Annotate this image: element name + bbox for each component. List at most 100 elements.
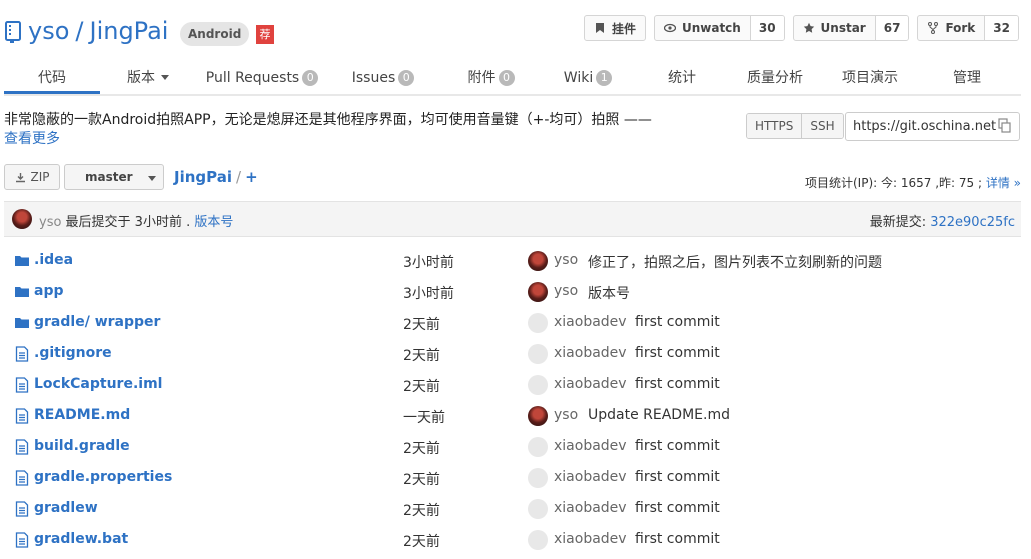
count-pill: 0 <box>498 70 515 86</box>
file-name-link[interactable]: wrapper <box>95 314 161 330</box>
unwatch-button[interactable]: Unwatch 30 <box>653 15 785 41</box>
avatar[interactable] <box>528 499 548 519</box>
file-name-link[interactable]: .gitignore <box>34 345 112 361</box>
copy-icon[interactable] <box>995 117 1013 135</box>
file-author[interactable]: yso <box>554 283 578 299</box>
avatar[interactable] <box>528 406 548 426</box>
star-count[interactable]: 67 <box>874 16 909 40</box>
avatar[interactable] <box>528 375 548 395</box>
file-author[interactable]: xiaobadev <box>554 500 627 516</box>
avatar[interactable] <box>12 209 32 229</box>
file-author[interactable]: xiaobadev <box>554 376 627 392</box>
watch-count[interactable]: 30 <box>749 16 784 40</box>
file-row[interactable]: .idea 3小时前 yso 修正了，拍照之后，图片列表不立刻刷新的问题 <box>4 246 1021 277</box>
fork-button-label: Fork <box>945 21 976 35</box>
file-row[interactable]: LockCapture.iml 2天前 xiaobadev first commit <box>4 370 1021 401</box>
tab-versions[interactable]: 版本 <box>100 63 196 94</box>
clone-protocols: HTTPS SSH <box>746 113 844 139</box>
file-name-link[interactable]: app <box>34 283 64 299</box>
avatar[interactable] <box>528 282 548 302</box>
commit-message-link[interactable]: first commit <box>635 531 720 547</box>
file-name-link[interactable]: gradlew <box>34 500 98 516</box>
version-link[interactable]: 版本号 <box>194 215 233 230</box>
zip-label: ZIP <box>30 170 50 184</box>
tab-quality[interactable]: 质量分析 <box>732 63 818 94</box>
stats-details-link[interactable]: 详情 » <box>986 176 1021 190</box>
avatar[interactable] <box>528 313 548 333</box>
commit-message-link[interactable]: first commit <box>635 500 720 516</box>
commit-hash-link[interactable]: 322e90c25fc <box>930 215 1015 230</box>
commit-message-link[interactable]: first commit <box>635 438 720 454</box>
tab-issues[interactable]: Issues 0 <box>328 63 438 94</box>
file-name-link[interactable]: LockCapture.iml <box>34 376 162 392</box>
commit-message-link[interactable]: first commit <box>635 345 720 361</box>
commit-message-link[interactable]: Update README.md <box>588 407 730 423</box>
commit-message-link[interactable]: 修正了，拍照之后，图片列表不立刻刷新的问题 <box>588 252 882 272</box>
file-name-link[interactable]: .idea <box>34 252 73 268</box>
zip-download-button[interactable]: ZIP <box>4 164 60 190</box>
file-name-link[interactable]: build.gradle <box>34 438 130 454</box>
latest-commit-label: 最新提交: <box>869 215 931 230</box>
file-row[interactable]: .gitignore 2天前 xiaobadev first commit <box>4 339 1021 370</box>
file-author[interactable]: xiaobadev <box>554 438 627 454</box>
tab-code[interactable]: 代码 <box>4 63 100 94</box>
tab-pull-requests[interactable]: Pull Requests 0 <box>196 63 328 94</box>
file-author[interactable]: xiaobadev <box>554 314 627 330</box>
file-name-link[interactable]: gradlew.bat <box>34 531 128 547</box>
file-author[interactable]: xiaobadev <box>554 531 627 547</box>
language-badge[interactable]: Android <box>180 22 250 46</box>
unstar-button[interactable]: Unstar 67 <box>792 15 910 41</box>
file-author[interactable]: xiaobadev <box>554 345 627 361</box>
file-time: 2天前 <box>403 472 440 488</box>
tab-label: 管理 <box>953 70 981 86</box>
https-button[interactable]: HTTPS <box>747 114 802 138</box>
commit-message-link[interactable]: first commit <box>635 376 720 392</box>
avatar[interactable] <box>528 530 548 550</box>
tab-wiki[interactable]: Wiki 1 <box>544 63 632 94</box>
tab-label: Wiki <box>563 70 594 86</box>
avatar[interactable] <box>528 344 548 364</box>
file-row[interactable]: gradlew 2天前 xiaobadev first commit <box>4 494 1021 525</box>
fork-count[interactable]: 32 <box>984 16 1018 40</box>
fork-button[interactable]: Fork 32 <box>917 15 1019 41</box>
file-row[interactable]: gradle.properties 2天前 xiaobadev first commi… <box>4 463 1021 494</box>
tab-admin[interactable]: 管理 <box>922 63 1012 94</box>
file-author[interactable]: yso <box>554 407 578 423</box>
repo-name-link[interactable]: JingPai <box>89 17 168 45</box>
file-time: 一天前 <box>403 410 445 426</box>
file-author[interactable]: yso <box>554 252 578 268</box>
see-more-link[interactable]: 查看更多 <box>4 131 60 147</box>
avatar[interactable] <box>528 437 548 457</box>
repo-owner-link[interactable]: yso <box>28 17 69 45</box>
breadcrumb: JingPai / + <box>174 168 258 186</box>
file-row[interactable]: build.gradle 2天前 xiaobadev first commit <box>4 432 1021 463</box>
commit-message-link[interactable]: first commit <box>635 469 720 485</box>
latest-commit: 最新提交: 322e90c25fc <box>870 211 1015 230</box>
avatar[interactable] <box>528 251 548 271</box>
add-file-button[interactable]: + <box>245 168 258 186</box>
file-row[interactable]: app 3小时前 yso 版本号 <box>4 277 1021 308</box>
commit-author[interactable]: yso <box>39 215 61 230</box>
widget-button[interactable]: 挂件 <box>583 15 646 41</box>
file-row[interactable]: gradlew.bat 2天前 xiaobadev first commit <box>4 525 1021 556</box>
clone-url-input[interactable]: https://git.oschina.net <box>845 112 1020 141</box>
last-commit-bar: yso 最后提交于 3小时前 . 版本号 最新提交: 322e90c25fc <box>4 201 1021 237</box>
tab-attachments[interactable]: 附件 0 <box>438 63 544 94</box>
file-author[interactable]: xiaobadev <box>554 469 627 485</box>
file-row[interactable]: gradle/ wrapper 2天前 xiaobadev first commit <box>4 308 1021 339</box>
branch-select[interactable]: master <box>64 164 164 190</box>
file-name-prefix[interactable]: gradle/ <box>34 314 95 330</box>
commit-message-link[interactable]: first commit <box>635 314 720 330</box>
tab-stats[interactable]: 统计 <box>632 63 732 94</box>
file-icon <box>15 501 29 517</box>
file-row[interactable]: README.md 一天前 yso Update README.md <box>4 401 1021 432</box>
file-list: .idea 3小时前 yso 修正了，拍照之后，图片列表不立刻刷新的问题 app 3小时前… <box>4 246 1021 556</box>
tab-demo[interactable]: 项目演示 <box>818 63 922 94</box>
avatar[interactable] <box>528 468 548 488</box>
ssh-button[interactable]: SSH <box>801 114 843 138</box>
commit-message-link[interactable]: 版本号 <box>588 283 630 303</box>
file-name-link[interactable]: gradle.properties <box>34 469 172 485</box>
tab-label: Issues <box>351 70 396 86</box>
file-name-link[interactable]: README.md <box>34 407 130 423</box>
breadcrumb-root[interactable]: JingPai <box>174 168 232 186</box>
